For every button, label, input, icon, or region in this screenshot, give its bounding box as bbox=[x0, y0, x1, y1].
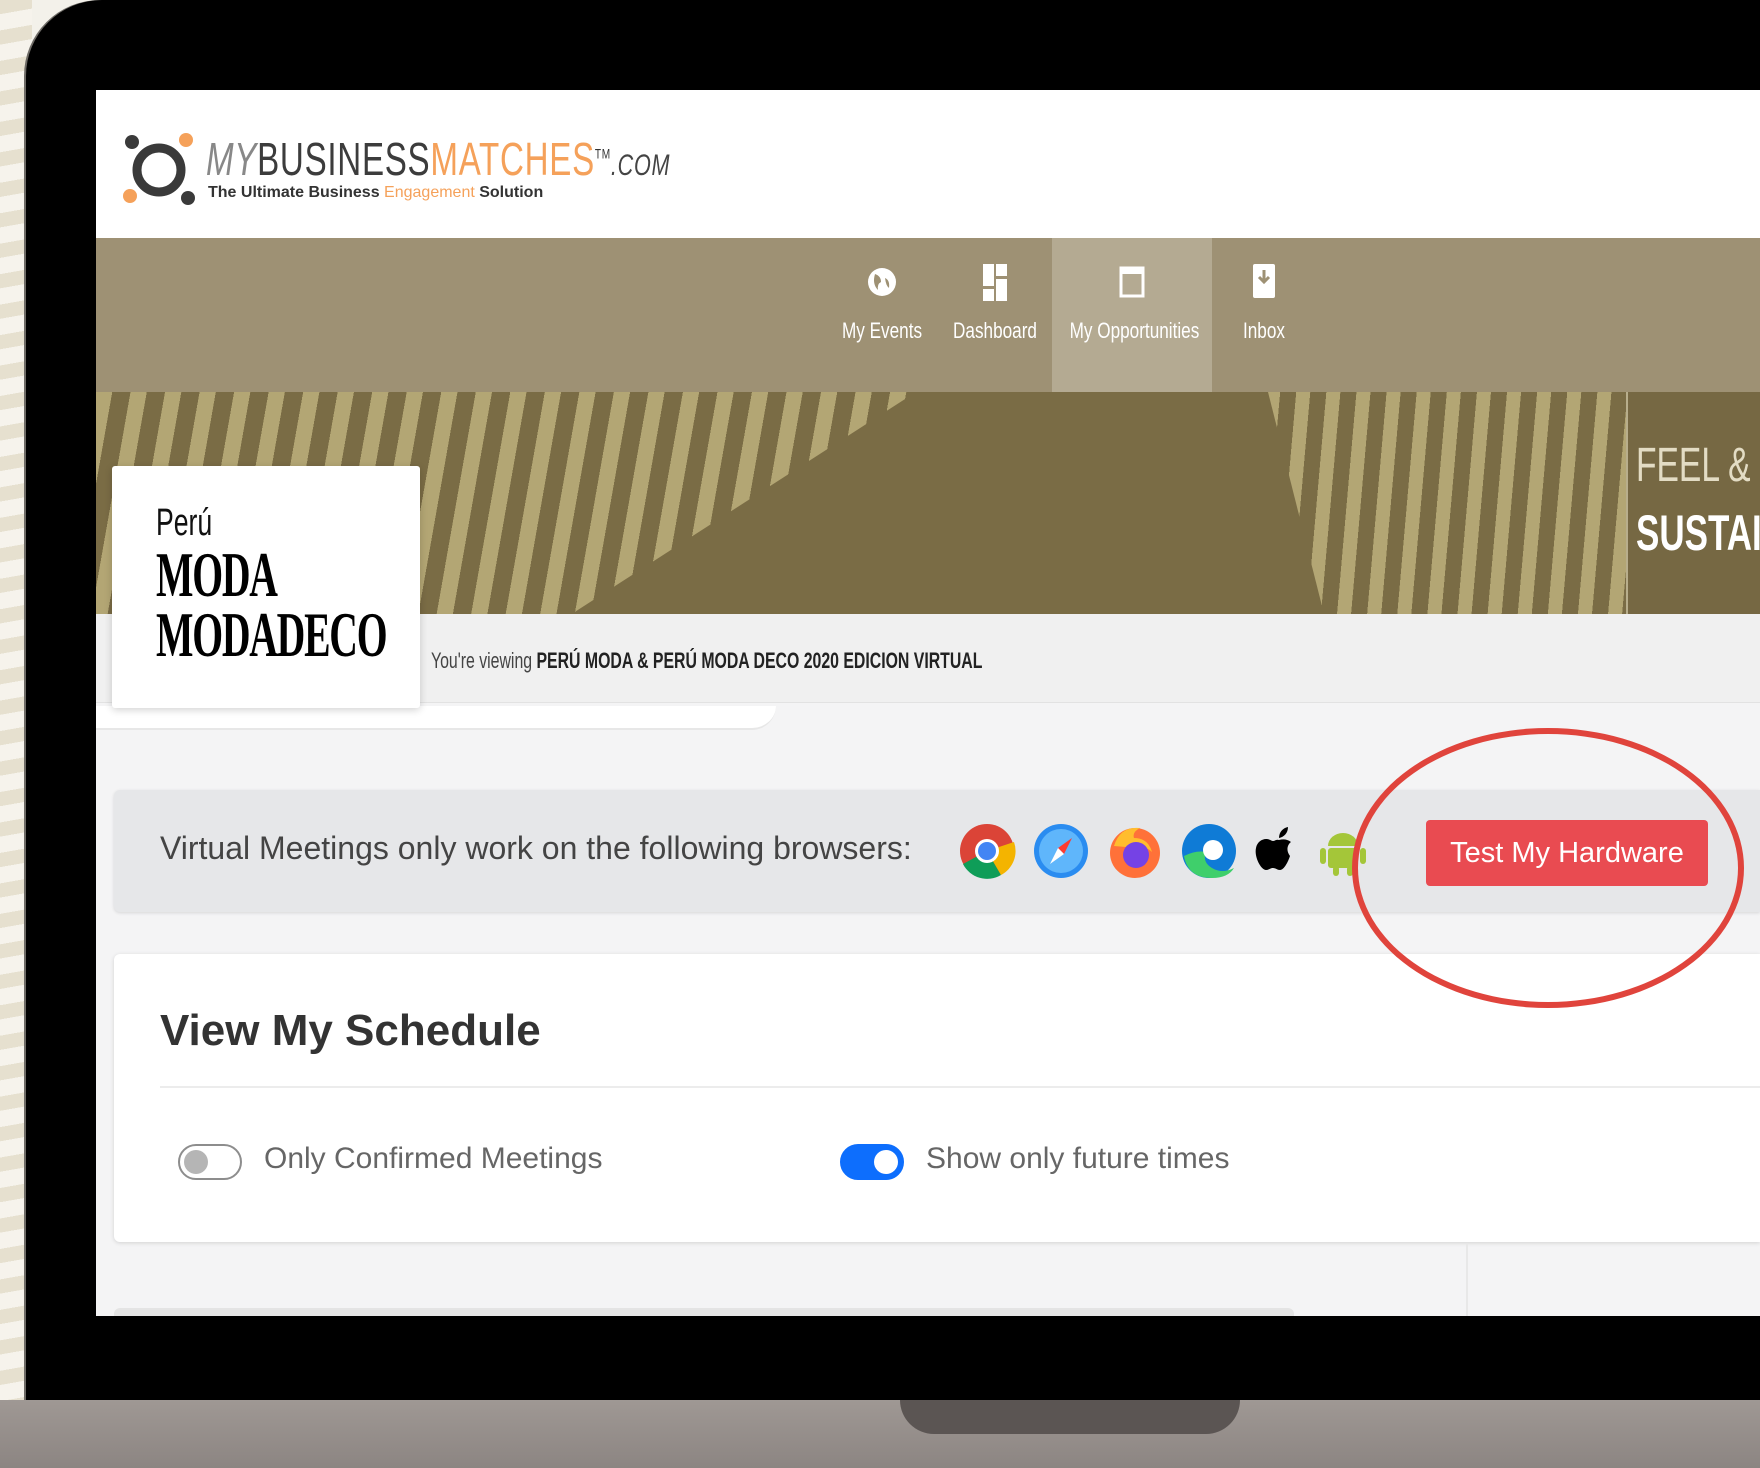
laptop-notch bbox=[900, 1400, 1240, 1434]
show-only-future-times-toggle[interactable] bbox=[840, 1144, 904, 1180]
event-logo-card[interactable]: Perú MODA MODADECO bbox=[112, 466, 420, 708]
nav-item-dashboard[interactable]: Dashboard bbox=[938, 238, 1052, 392]
schedule-divider bbox=[160, 1086, 1760, 1088]
edge-icon bbox=[1182, 824, 1236, 878]
header-shadow bbox=[96, 706, 776, 730]
only-confirmed-meetings-toggle[interactable] bbox=[178, 1144, 242, 1180]
column-divider bbox=[1466, 1244, 1468, 1316]
banner-slogan-line1: FEEL & bbox=[1636, 439, 1751, 492]
apple-icon bbox=[1255, 827, 1291, 870]
banner-slogan-panel bbox=[1626, 392, 1760, 614]
next-card-edge bbox=[114, 1308, 1294, 1316]
chrome-icon bbox=[960, 824, 1016, 879]
inbox-icon bbox=[1253, 264, 1275, 298]
browsers-notice-text: Virtual Meetings only work on the follow… bbox=[160, 830, 912, 866]
logo-wordmark: MYBUSINESSMATCHESTM.COM bbox=[206, 133, 671, 185]
folder-icon bbox=[1119, 266, 1145, 298]
nav-item-inbox[interactable]: Inbox bbox=[1212, 238, 1316, 392]
viewing-event-text: You're viewing PERÚ MODA & PERÚ MODA DEC… bbox=[431, 648, 983, 673]
nav-item-my-opportunities[interactable]: My Opportunities bbox=[1052, 238, 1212, 392]
safari-icon bbox=[1034, 824, 1088, 878]
browser-viewport: MYBUSINESSMATCHESTM.COM The Ultimate Bus… bbox=[96, 90, 1760, 1316]
firefox-icon bbox=[1110, 827, 1160, 878]
banner-pattern-right bbox=[1268, 392, 1636, 614]
laptop-base bbox=[0, 1400, 1760, 1468]
event-logo-modadeco: MODADECO bbox=[156, 599, 388, 670]
dashboard-icon bbox=[983, 264, 1007, 301]
toggle-knob bbox=[184, 1150, 208, 1174]
site-logo[interactable]: MYBUSINESSMATCHESTM.COM The Ultimate Bus… bbox=[120, 128, 669, 208]
event-name[interactable]: PERÚ MODA & PERÚ MODA DECO 2020 EDICION … bbox=[536, 648, 982, 673]
banner-slogan-line2: SUSTAI bbox=[1636, 505, 1760, 561]
globe-icon bbox=[868, 268, 896, 296]
site-header: MYBUSINESSMATCHESTM.COM The Ultimate Bus… bbox=[96, 90, 1760, 238]
logo-tagline: The Ultimate Business Engagement Solutio… bbox=[208, 184, 544, 201]
annotation-circle bbox=[1352, 728, 1744, 1008]
show-only-future-times-label[interactable]: Show only future times bbox=[926, 1142, 1229, 1176]
nav-item-my-events[interactable]: My Events bbox=[826, 238, 938, 392]
only-confirmed-meetings-label[interactable]: Only Confirmed Meetings bbox=[264, 1142, 602, 1176]
schedule-title: View My Schedule bbox=[160, 1006, 541, 1055]
logo-mark-icon bbox=[123, 133, 195, 205]
toggle-knob bbox=[874, 1150, 898, 1174]
main-nav: My Events Dashboard My Opportunities Inb… bbox=[96, 238, 1760, 392]
